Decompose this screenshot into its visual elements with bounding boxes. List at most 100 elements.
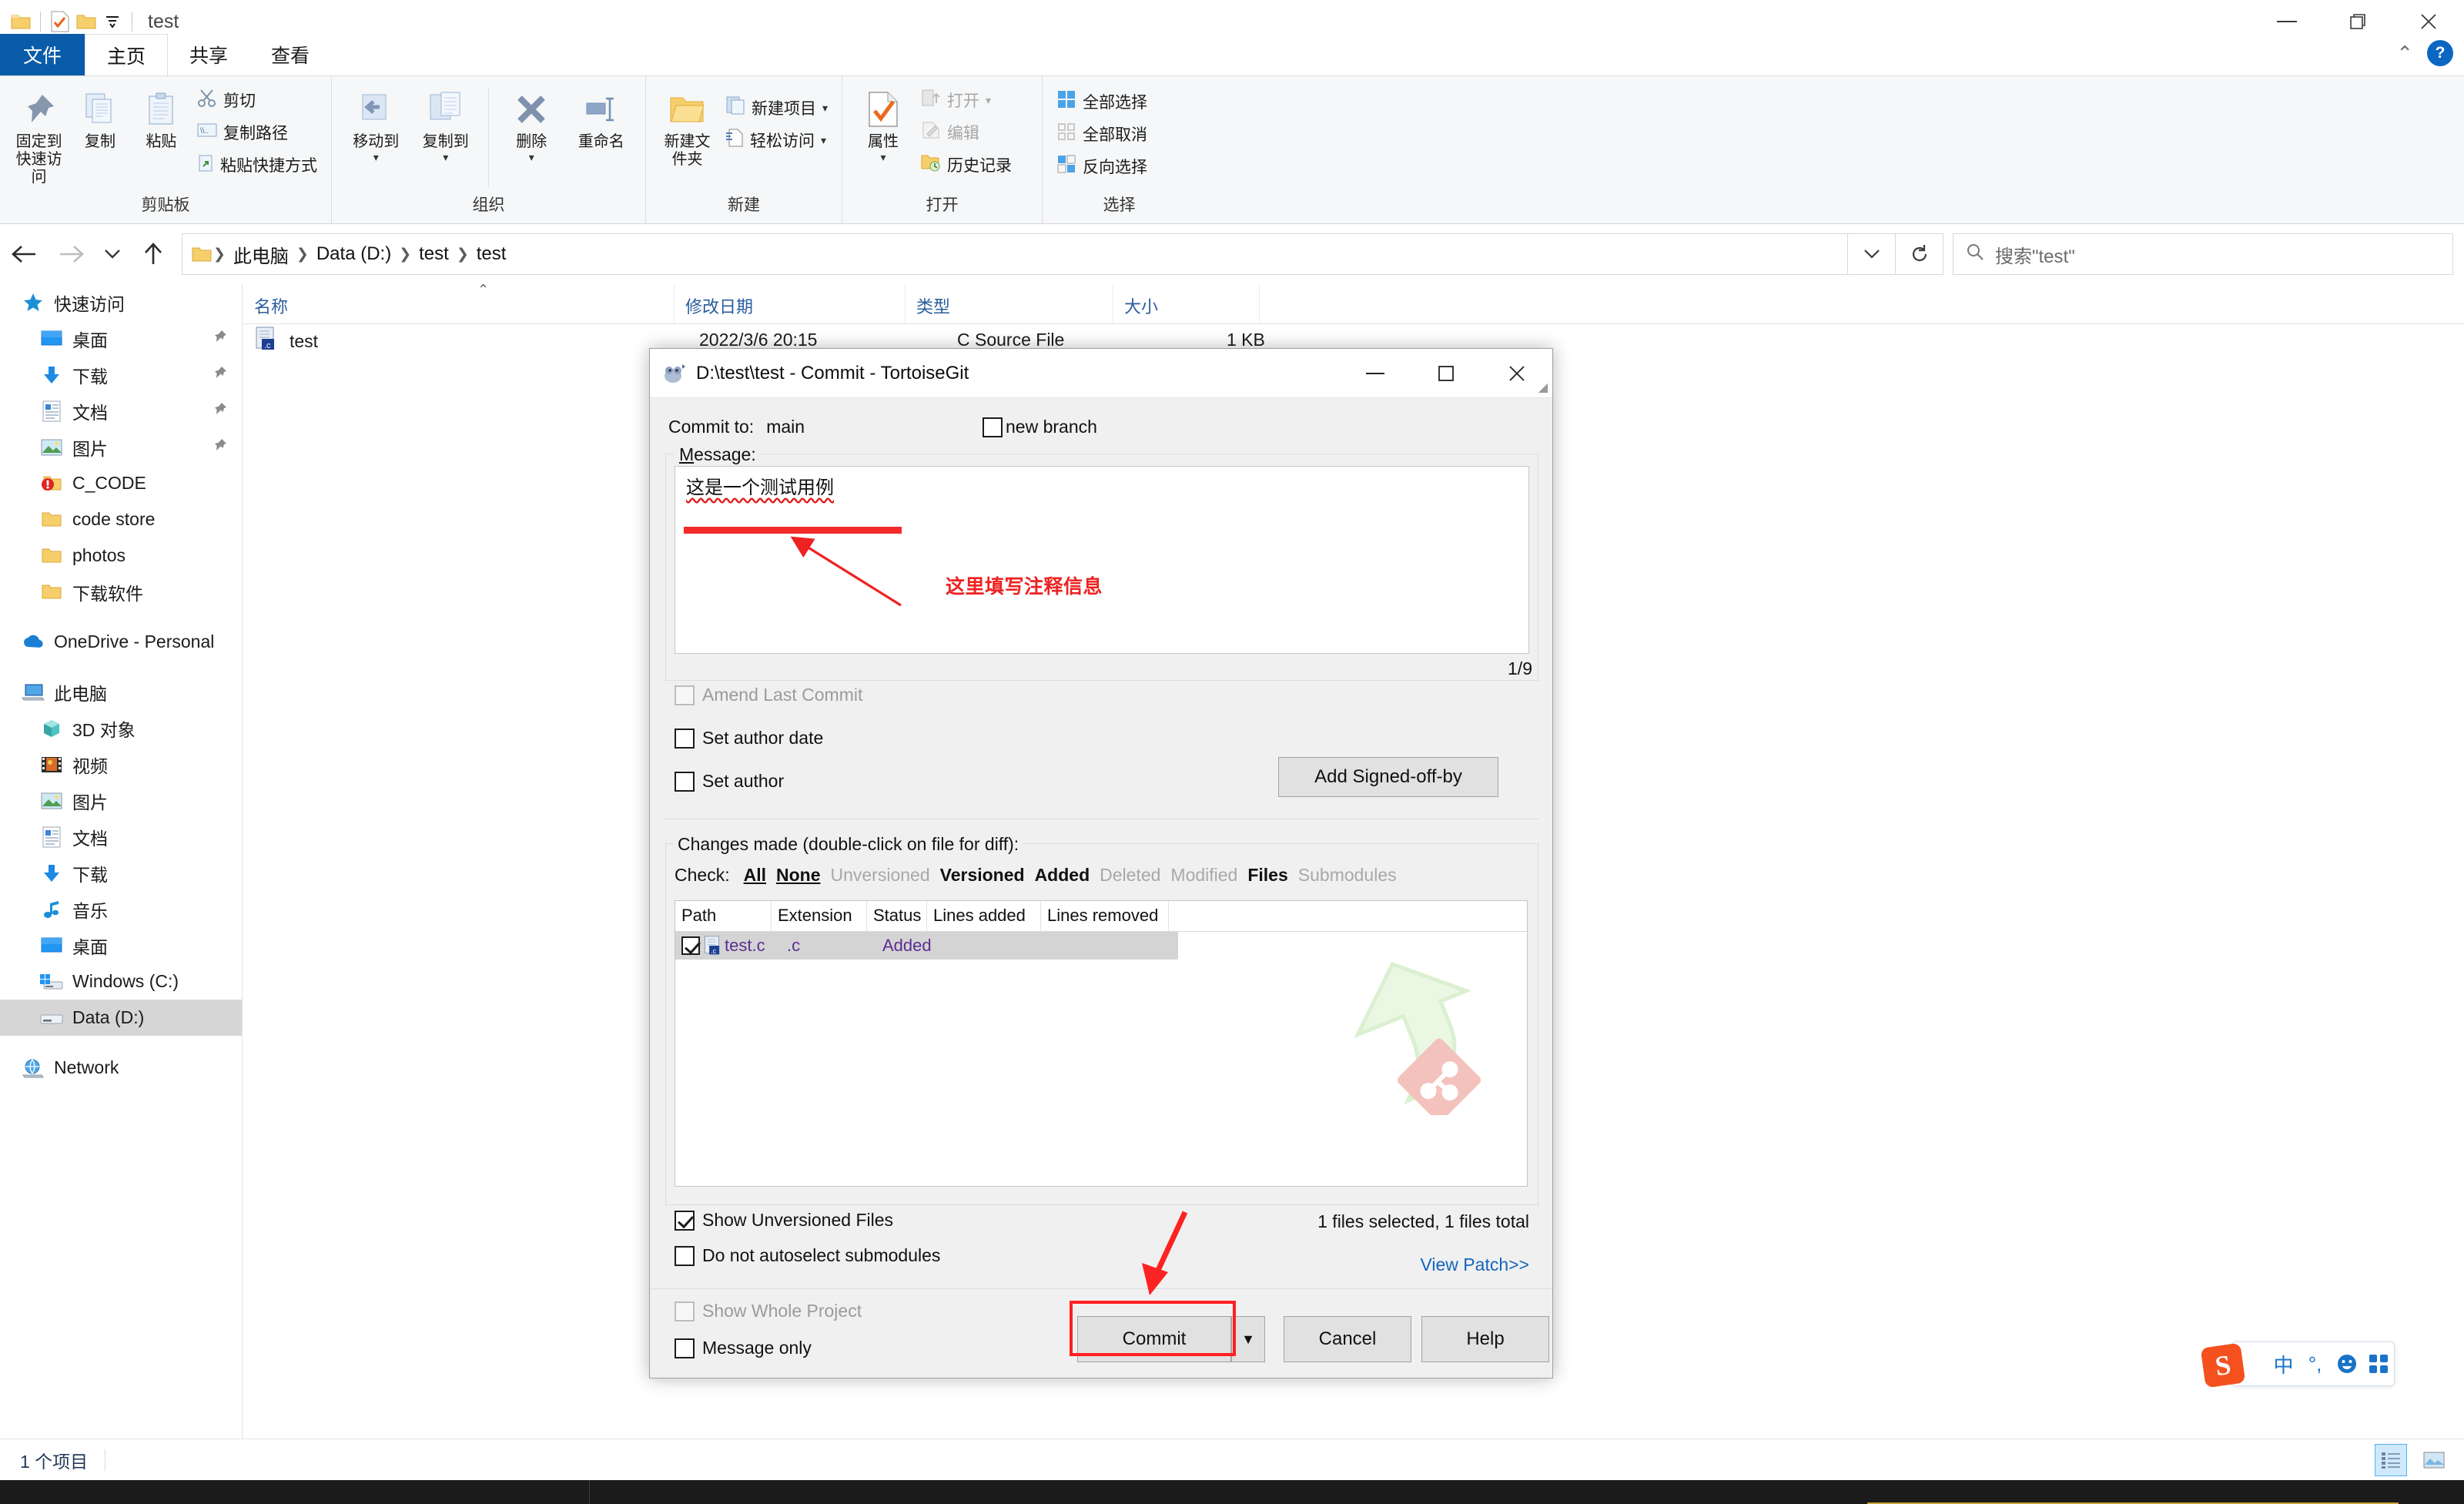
new-folder-icon[interactable] — [73, 8, 99, 35]
commit-message-input[interactable]: 这是一个测试用例 — [675, 466, 1529, 654]
invert-selection-button[interactable]: 反向选择 — [1052, 152, 1152, 181]
check-link-versioned[interactable]: Versioned — [940, 865, 1025, 886]
recent-locations-button[interactable] — [95, 230, 129, 278]
breadcrumb-item-3[interactable]: test — [470, 243, 513, 265]
check-link-deleted[interactable]: Deleted — [1100, 865, 1160, 886]
new-branch-checkbox-row[interactable]: new branch — [983, 417, 1097, 437]
ime-punctuation-button[interactable]: °, — [2299, 1344, 2331, 1384]
new-item-button[interactable]: 新建项目 ▾ — [721, 93, 832, 122]
message-only-row[interactable]: Message only — [675, 1338, 812, 1358]
sogou-logo-icon[interactable]: S — [2200, 1342, 2246, 1388]
chevron-down-icon[interactable]: ▾ — [373, 151, 379, 163]
row-checkbox[interactable] — [681, 936, 700, 955]
do-not-autoselect-row[interactable]: Do not autoselect submodules — [675, 1245, 940, 1266]
collapse-ribbon-icon[interactable]: ⌃ — [2396, 42, 2413, 65]
select-all-button[interactable]: 全部选择 — [1052, 87, 1152, 116]
commit-to-value[interactable]: main — [766, 417, 805, 437]
sidebar-item-data-d[interactable]: Data (D:) — [0, 1000, 242, 1036]
commit-dropdown-button[interactable]: ▼ — [1231, 1316, 1265, 1362]
sidebar-item-[interactable]: 快速访问 — [0, 284, 242, 320]
help-button[interactable]: Help — [1421, 1316, 1549, 1362]
sidebar-item-[interactable]: 下载 — [0, 357, 242, 393]
move-to-button[interactable]: 移动到 ▾ — [341, 82, 411, 166]
show-whole-project-row[interactable]: Show Whole Project — [675, 1301, 862, 1321]
set-author-date-row[interactable]: Set author date — [675, 728, 823, 749]
sidebar-item-[interactable]: 音乐 — [0, 891, 242, 927]
set-author-date-checkbox[interactable] — [675, 728, 695, 749]
search-input[interactable]: 搜索"test" — [1953, 233, 2453, 275]
file-list-row[interactable]: .c test — [254, 327, 318, 356]
check-link-submodules[interactable]: Submodules — [1298, 865, 1397, 886]
easy-access-button[interactable]: 轻松访问 ▾ — [721, 126, 832, 155]
resize-grip-icon[interactable]: ◢ — [1538, 380, 1548, 395]
sidebar-item-onedrive-personal[interactable]: OneDrive - Personal — [0, 624, 242, 660]
check-link-modified[interactable]: Modified — [1170, 865, 1237, 886]
address-dropdown-button[interactable] — [1848, 233, 1896, 275]
column-lines-removed[interactable]: Lines removed — [1041, 901, 1169, 931]
properties-button[interactable]: 属性 ▾ — [852, 82, 915, 166]
check-link-added[interactable]: Added — [1035, 865, 1090, 886]
pin-to-quick-access-button[interactable]: 固定到快速访问 — [9, 82, 69, 189]
sidebar-item-[interactable]: 图片 — [0, 429, 242, 465]
ime-toolbox-button[interactable] — [2362, 1344, 2394, 1384]
sidebar-item-windows-c[interactable]: Windows (C:) — [0, 963, 242, 1000]
pin-icon[interactable] — [213, 437, 228, 457]
tab-view[interactable]: 查看 — [249, 34, 331, 75]
show-whole-project-checkbox[interactable] — [675, 1301, 695, 1321]
refresh-button[interactable] — [1896, 233, 1943, 275]
dialog-minimize-button[interactable] — [1340, 349, 1411, 398]
view-patch-link[interactable]: View Patch>> — [1420, 1254, 1529, 1275]
new-branch-checkbox[interactable] — [983, 417, 1003, 437]
sidebar-item-[interactable]: 视频 — [0, 746, 242, 782]
copy-path-button[interactable]: \\.. 复制路径 — [192, 118, 322, 147]
column-extension[interactable]: Extension — [772, 901, 867, 931]
message-only-checkbox[interactable] — [675, 1338, 695, 1358]
chevron-down-icon[interactable]: ▾ — [529, 151, 534, 163]
chevron-down-icon[interactable]: ▾ — [822, 102, 828, 115]
sidebar-item-3d[interactable]: 3D 对象 — [0, 710, 242, 746]
sidebar-item-c-code[interactable]: C_CODE — [0, 465, 242, 501]
tab-share[interactable]: 共享 — [168, 34, 249, 75]
cancel-button[interactable]: Cancel — [1284, 1316, 1411, 1362]
column-status[interactable]: Status — [867, 901, 927, 931]
customize-qat-icon[interactable] — [99, 8, 126, 35]
properties-icon[interactable] — [47, 8, 73, 35]
sidebar-item-[interactable]: 桌面 — [0, 320, 242, 357]
details-view-button[interactable] — [2375, 1443, 2407, 1476]
sidebar-item-network[interactable]: Network — [0, 1050, 242, 1086]
do-not-autoselect-checkbox[interactable] — [675, 1245, 695, 1266]
column-lines-added[interactable]: Lines added — [927, 901, 1041, 931]
sidebar-item-[interactable]: 此电脑 — [0, 674, 242, 710]
tab-home[interactable]: 主页 — [85, 34, 169, 75]
sidebar-item-photos[interactable]: photos — [0, 538, 242, 574]
sidebar-item-code-store[interactable]: code store — [0, 501, 242, 538]
folder-icon[interactable] — [8, 8, 34, 35]
show-unversioned-row[interactable]: Show Unversioned Files — [675, 1210, 893, 1231]
amend-last-commit-checkbox[interactable] — [675, 685, 695, 705]
check-link-all[interactable]: All — [744, 865, 766, 886]
up-button[interactable] — [129, 230, 177, 278]
help-button[interactable]: ? — [2427, 40, 2453, 66]
sogou-ime-bar[interactable]: S 中 °, — [2200, 1342, 2395, 1388]
ime-mode-button[interactable]: 中 — [2268, 1344, 2299, 1384]
history-button[interactable]: 历史记录 — [916, 150, 1016, 179]
large-icons-view-button[interactable] — [2418, 1444, 2450, 1476]
copy-button[interactable]: 复制 — [70, 82, 129, 154]
forward-button[interactable] — [48, 230, 95, 278]
column-header-type[interactable]: 类型 — [906, 284, 1113, 323]
paste-button[interactable]: 粘贴 — [132, 82, 191, 154]
tab-file[interactable]: 文件 — [0, 34, 85, 75]
set-author-row[interactable]: Set author — [675, 771, 784, 792]
delete-button[interactable]: 删除 ▾ — [497, 82, 567, 166]
changes-file-list[interactable]: Path Extension Status Lines added Lines … — [675, 900, 1528, 1187]
chevron-down-icon[interactable]: ▾ — [443, 151, 448, 163]
check-link-unversioned[interactable]: Unversioned — [830, 865, 929, 886]
pin-icon[interactable] — [213, 329, 228, 349]
sidebar-item-[interactable]: 下载 — [0, 855, 242, 891]
pin-icon[interactable] — [213, 401, 228, 421]
new-folder-button[interactable]: 新建文件夹 — [655, 82, 719, 172]
column-header-modified[interactable]: 修改日期 — [675, 284, 906, 323]
sidebar-item-[interactable]: 下载软件 — [0, 574, 242, 610]
amend-last-commit-row[interactable]: Amend Last Commit — [675, 685, 862, 705]
check-link-files[interactable]: Files — [1247, 865, 1287, 886]
